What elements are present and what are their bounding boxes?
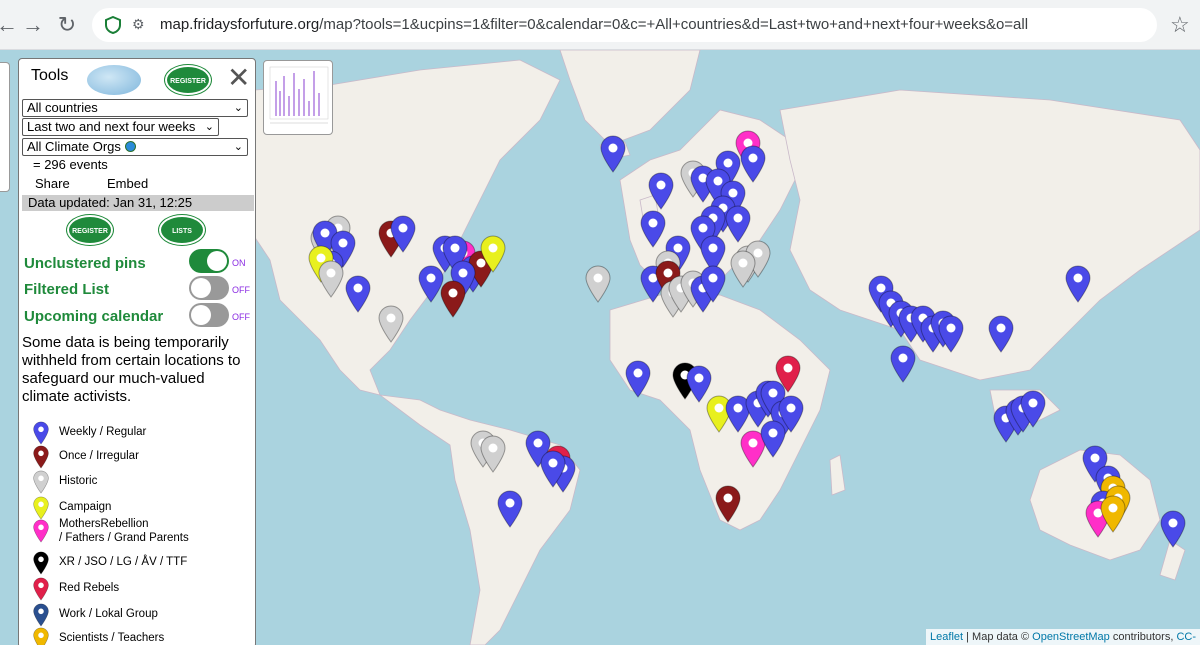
toggle-label-filtered: Filtered List bbox=[24, 281, 110, 298]
map-pin-icon[interactable] bbox=[725, 205, 751, 243]
map-pin-icon bbox=[33, 551, 49, 578]
map-pin-icon[interactable] bbox=[740, 145, 766, 183]
org-select-value: All Climate Orgs bbox=[27, 139, 121, 154]
map-pin-icon bbox=[33, 603, 49, 630]
leaflet-link[interactable]: Leaflet bbox=[930, 631, 963, 643]
map-pin-icon[interactable] bbox=[938, 315, 964, 353]
country-select[interactable]: All countries ⌄ bbox=[22, 99, 248, 117]
url-host: map.fridaysforfuture.org bbox=[160, 16, 320, 33]
events-count: = 296 events bbox=[33, 157, 108, 172]
site-settings-icon[interactable]: ⚙ bbox=[132, 16, 145, 33]
address-bar[interactable]: ⚙ map.fridaysforfuture.org/map?tools=1&u… bbox=[92, 8, 1157, 42]
map-pin-icon[interactable] bbox=[715, 485, 741, 523]
map-pin-icon[interactable] bbox=[540, 450, 566, 488]
url-path: /map?tools=1&ucpins=1&filter=0&calendar=… bbox=[319, 16, 1029, 33]
map-pin-icon[interactable] bbox=[480, 235, 506, 273]
lists-button[interactable]: LISTS bbox=[159, 215, 205, 245]
map-pin-icon[interactable] bbox=[480, 435, 506, 473]
legend-label-line2: / Fathers / Grand Parents bbox=[59, 532, 189, 544]
map-pin-icon[interactable] bbox=[775, 355, 801, 393]
attribution-sep: | Map data © bbox=[963, 631, 1033, 643]
map-pin-icon[interactable] bbox=[1100, 495, 1126, 533]
close-icon[interactable]: ✕ bbox=[227, 61, 250, 94]
map-attribution: Leaflet | Map data © OpenStreetMap contr… bbox=[926, 629, 1200, 645]
map-pin-icon bbox=[33, 470, 49, 497]
cc-link[interactable]: CC- bbox=[1176, 631, 1196, 643]
date-range-select[interactable]: Last two and next four weeks ⌄ bbox=[22, 118, 219, 136]
map-pin-icon[interactable] bbox=[497, 490, 523, 528]
map-pin-icon bbox=[33, 577, 49, 604]
chart-icon bbox=[269, 66, 329, 124]
map-pin-icon[interactable] bbox=[1065, 265, 1091, 303]
world-map[interactable]: Tools REGISTER ✕ All countries ⌄ Last two… bbox=[0, 50, 1200, 645]
map-pin-icon[interactable] bbox=[648, 172, 674, 210]
forward-icon[interactable]: → bbox=[18, 10, 48, 40]
map-pin-icon[interactable] bbox=[640, 210, 666, 248]
unclustered-pins-toggle[interactable] bbox=[189, 249, 229, 273]
map-pin-icon[interactable] bbox=[378, 305, 404, 343]
map-pin-icon bbox=[33, 627, 49, 645]
map-pin-icon[interactable] bbox=[625, 360, 651, 398]
legend-label: Historic bbox=[59, 475, 98, 487]
toggle-label-calendar: Upcoming calendar bbox=[24, 308, 164, 325]
map-pin-icon[interactable] bbox=[585, 265, 611, 303]
toggle-label-unclustered: Unclustered pins bbox=[24, 255, 146, 272]
map-pin-icon[interactable] bbox=[1160, 510, 1186, 548]
browser-toolbar: ← → ↻ ⚙ map.fridaysforfuture.org/map?too… bbox=[0, 0, 1200, 50]
map-pin-icon[interactable] bbox=[345, 275, 371, 313]
map-pin-icon[interactable] bbox=[890, 345, 916, 383]
chevron-down-icon: ⌄ bbox=[233, 141, 243, 153]
toggle-state-filtered: OFF bbox=[232, 285, 250, 295]
attribution-contrib: contributors, bbox=[1109, 631, 1177, 643]
map-pin-icon bbox=[33, 421, 49, 448]
legend-label: Work / Lokal Group bbox=[59, 608, 158, 620]
date-range-select-value: Last two and next four weeks bbox=[27, 119, 196, 134]
embed-link[interactable]: Embed bbox=[107, 176, 148, 191]
tools-title: Tools bbox=[31, 67, 69, 84]
country-select-value: All countries bbox=[27, 100, 98, 115]
map-pin-icon[interactable] bbox=[318, 260, 344, 298]
zoom-control[interactable] bbox=[0, 62, 10, 192]
events-chart-thumbnail[interactable] bbox=[263, 60, 333, 135]
map-pin-icon[interactable] bbox=[988, 315, 1014, 353]
reload-icon[interactable]: ↻ bbox=[52, 10, 82, 40]
legend-label: Weekly / Regular bbox=[59, 426, 147, 438]
legend-label: Red Rebels bbox=[59, 582, 120, 594]
withheld-note: Some data is being temporarily withheld … bbox=[22, 334, 241, 405]
toggle-state-calendar: OFF bbox=[232, 312, 250, 322]
map-pin-icon[interactable] bbox=[700, 265, 726, 303]
register-button[interactable]: REGISTER bbox=[67, 215, 113, 245]
legend-label: XR / JSO / LG / ÅV / TTF bbox=[59, 556, 188, 568]
upcoming-calendar-toggle[interactable] bbox=[189, 303, 229, 327]
chevron-down-icon: ⌄ bbox=[233, 102, 243, 114]
legend-label: Scientists / Teachers bbox=[59, 632, 165, 644]
map-pin-icon bbox=[33, 519, 49, 546]
register-badge[interactable]: REGISTER bbox=[165, 65, 211, 95]
map-pin-icon[interactable] bbox=[1020, 390, 1046, 428]
map-pin-icon[interactable] bbox=[440, 280, 466, 318]
legend-label: Once / Irregular bbox=[59, 450, 139, 462]
chevron-down-icon: ⌄ bbox=[204, 121, 214, 133]
org-select[interactable]: All Climate Orgs ⌄ bbox=[22, 138, 248, 156]
shield-icon bbox=[105, 16, 121, 34]
map-pin-icon[interactable] bbox=[390, 215, 416, 253]
earth-icon bbox=[124, 141, 136, 152]
toggle-state-unclustered: ON bbox=[232, 258, 246, 268]
map-pin-icon[interactable] bbox=[760, 420, 786, 458]
legend-label: MothersRebellion / Fathers / Grand Parent… bbox=[59, 518, 189, 544]
legend-label: Campaign bbox=[59, 501, 112, 513]
map-pin-icon[interactable] bbox=[600, 135, 626, 173]
osm-link[interactable]: OpenStreetMap bbox=[1032, 631, 1110, 643]
bookmark-star-icon[interactable]: ☆ bbox=[1170, 12, 1190, 38]
filtered-list-toggle[interactable] bbox=[189, 276, 229, 300]
tools-panel: Tools REGISTER ✕ All countries ⌄ Last two… bbox=[18, 58, 256, 645]
map-pin-icon[interactable] bbox=[730, 250, 756, 288]
share-link[interactable]: Share bbox=[35, 176, 70, 191]
globe-icon bbox=[87, 65, 141, 95]
data-updated-status: Data updated: Jan 31, 12:25 bbox=[22, 195, 254, 211]
map-pin-icon bbox=[33, 445, 49, 472]
